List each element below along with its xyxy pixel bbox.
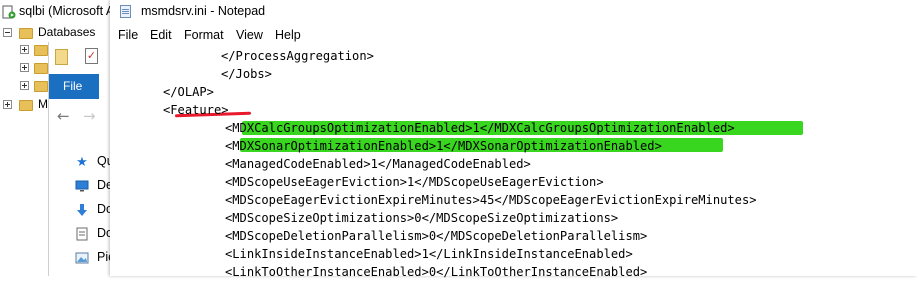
folder-icon <box>19 100 33 111</box>
back-arrow-icon[interactable]: ← <box>57 107 70 125</box>
folder-icon <box>34 63 48 74</box>
code-line: <MDXSonarOptimizationEnabled>1</MDXSonar… <box>225 139 662 153</box>
folder-icon <box>34 81 48 92</box>
documents-icon <box>75 227 89 241</box>
ssms-server-node[interactable]: sqlbi (Microsoft A <box>0 0 114 23</box>
ssms-server-label: sqlbi (Microsoft A <box>19 4 115 18</box>
sidebar-item-documents[interactable]: Do <box>73 225 113 245</box>
code-line: </Jobs> <box>221 67 272 81</box>
code-line: </ProcessAggregation> <box>221 49 374 63</box>
notepad-window: msmdsrv.ini - Notepad File Edit Format V… <box>110 0 917 279</box>
sidebar-item-downloads[interactable]: Do <box>73 201 113 221</box>
forward-arrow-icon[interactable]: → <box>83 107 96 125</box>
code-line: <MDScopeSizeOptimizations>0</MDScopeSize… <box>225 211 619 225</box>
download-icon <box>75 203 89 217</box>
tree-node-label: Databases <box>38 25 96 39</box>
folder-icon[interactable] <box>55 49 68 65</box>
code-line: <LinkInsideInstanceEnabled>1</LinkInside… <box>225 247 633 261</box>
code-line: </OLAP> <box>163 85 214 99</box>
menu-edit[interactable]: Edit <box>150 28 172 42</box>
expand-icon[interactable] <box>3 100 12 109</box>
expand-icon[interactable] <box>20 45 29 54</box>
code-line: <LinkToOtherInstanceEnabled>0</LinkToOth… <box>225 265 648 279</box>
sidebar-item-pictures[interactable]: Pic <box>73 249 114 269</box>
file-explorer-window: ✓ File ← → ★ Quic De Do Do <box>48 42 123 276</box>
code-line: <ManagedCodeEnabled>1</ManagedCodeEnable… <box>225 157 531 171</box>
pictures-icon <box>75 251 89 265</box>
sidebar-item-desktop[interactable]: De <box>73 177 113 197</box>
notepad-icon <box>120 5 131 18</box>
folder-icon <box>34 45 48 56</box>
properties-icon[interactable]: ✓ <box>85 48 98 64</box>
text-editor[interactable]: </ProcessAggregation> </Jobs> </OLAP> <F… <box>110 46 917 279</box>
code-line: <MDXCalcGroupsOptimizationEnabled>1</MDX… <box>225 121 735 135</box>
menu-file[interactable]: File <box>118 28 138 42</box>
code-line-feature: <Feature> <box>163 103 229 117</box>
ssms-object-explorer: sqlbi (Microsoft A Databases M ✓ File ← … <box>0 0 123 276</box>
menu-bar: File Edit Format View Help <box>110 26 917 46</box>
folder-icon <box>19 28 33 39</box>
menu-view[interactable]: View <box>236 28 263 42</box>
expand-icon[interactable] <box>20 81 29 90</box>
menu-format[interactable]: Format <box>184 28 224 42</box>
tree-node-label: M <box>38 97 48 111</box>
code-line: <MDScopeEagerEvictionExpireMinutes>45</M… <box>225 193 757 207</box>
code-line: <MDScopeUseEagerEviction>1</MDScopeUseEa… <box>225 175 604 189</box>
star-icon: ★ <box>76 154 88 169</box>
code-line: <MDScopeDeletionParallelism>0</MDScopeDe… <box>225 229 648 243</box>
sidebar-item-quick-access[interactable]: ★ Quic <box>73 153 123 173</box>
expand-icon[interactable] <box>20 63 29 72</box>
title-bar[interactable]: msmdsrv.ini - Notepad <box>110 0 917 24</box>
desktop-icon <box>75 179 89 193</box>
quick-access-toolbar: ✓ <box>49 42 111 76</box>
menu-help[interactable]: Help <box>275 28 301 42</box>
file-tab[interactable]: File <box>49 74 99 99</box>
collapse-icon[interactable] <box>3 28 12 37</box>
server-connected-icon <box>2 5 16 19</box>
window-title: msmdsrv.ini - Notepad <box>141 4 266 18</box>
